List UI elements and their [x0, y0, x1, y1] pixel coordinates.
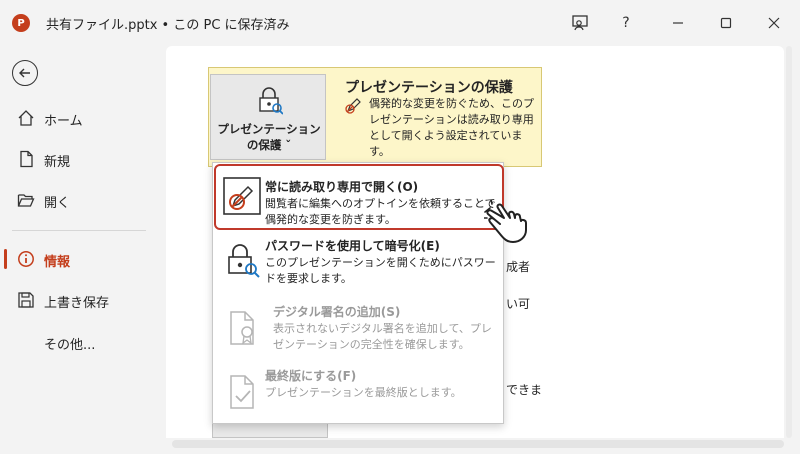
nav-item-new[interactable]: 新規: [0, 142, 158, 176]
nav-label: 開く: [44, 196, 71, 211]
minimize-button[interactable]: [660, 8, 696, 38]
background-text-fragment: い可: [506, 297, 531, 311]
home-icon: [16, 108, 36, 128]
nav-label: ホーム: [44, 114, 83, 129]
powerpoint-logo-icon: P: [12, 14, 30, 32]
background-text-fragment: できま: [506, 383, 543, 397]
new-document-icon: [16, 149, 36, 169]
help-button[interactable]: ?: [608, 8, 644, 38]
nav-label: 情報: [44, 255, 71, 270]
info-icon: [16, 249, 36, 269]
menu-item-add-digital-signature: デジタル署名の追加(S) 表示されないデジタル署名を追加して、プレゼンテーション…: [213, 299, 505, 359]
close-button[interactable]: [756, 8, 792, 38]
maximize-icon: [720, 17, 732, 29]
backstage-nav: ホーム 新規 開く 情報 上書き保存 その他...: [0, 46, 158, 454]
menu-item-mark-as-final: 最終版にする(F) プレゼンテーションを最終版とします。: [213, 363, 505, 419]
protect-description: 偶発的な変更を防ぐため、このプレゼンテーションは読み取り専用として開くよう設定さ…: [369, 97, 534, 158]
nav-label: その他...: [44, 338, 96, 353]
nav-item-open[interactable]: 開く: [0, 183, 158, 217]
back-button[interactable]: [12, 60, 38, 86]
lock-key-icon: [259, 87, 283, 115]
protect-presentation-button[interactable]: プレゼンテーション の保護 ˇ: [210, 74, 326, 160]
menu-item-title: デジタル署名の追加(S): [273, 305, 401, 319]
lock-key-icon: [228, 244, 260, 278]
horizontal-scrollbar[interactable]: [172, 440, 784, 448]
arrow-left-icon: [19, 68, 30, 78]
protect-title: プレゼンテーションの保護: [345, 80, 513, 96]
minimize-icon: [673, 22, 683, 24]
title-bar: P 共有ファイル.pptx • この PC に保存済み ?: [0, 0, 800, 46]
menu-item-description: 表示されないデジタル署名を追加して、プレゼンテーションの完全性を確保します。: [273, 322, 492, 351]
folder-open-icon: [16, 190, 36, 210]
final-document-icon: [230, 375, 254, 409]
menu-item-encrypt-with-password[interactable]: パスワードを使用して暗号化(E) このプレゼンテーションを開くためにパスワードを…: [213, 233, 505, 293]
nav-item-save[interactable]: 上書き保存: [0, 283, 158, 317]
presenter-icon: [572, 15, 588, 31]
menu-item-title: パスワードを使用して暗号化(E): [265, 239, 440, 253]
menu-item-title: 最終版にする(F): [265, 369, 357, 383]
presenter-coach-button[interactable]: [562, 8, 598, 38]
vertical-scrollbar[interactable]: [786, 46, 792, 438]
help-icon: ?: [622, 15, 630, 31]
save-icon: [16, 290, 36, 310]
highlight-outline: [214, 164, 504, 230]
nav-item-info[interactable]: 情報: [0, 242, 158, 276]
background-text-fragment: 成者: [506, 260, 531, 274]
nav-item-more[interactable]: その他...: [0, 325, 158, 359]
menu-item-description: プレゼンテーションを最終版とします。: [265, 386, 462, 399]
menu-item-description: このプレゼンテーションを開くためにパスワードを要求します。: [265, 256, 496, 285]
nav-item-home[interactable]: ホーム: [0, 101, 158, 135]
window-title: 共有ファイル.pptx • この PC に保存済み: [46, 18, 290, 33]
protect-button-label-line2: の保護 ˇ: [246, 138, 292, 152]
close-icon: [768, 17, 780, 29]
nav-label: 上書き保存: [44, 296, 110, 311]
pen-no-edit-icon: [345, 98, 361, 114]
maximize-button[interactable]: [708, 8, 744, 38]
hand-pointer-icon: [484, 200, 527, 243]
signature-document-icon: [230, 311, 254, 345]
nav-label: 新規: [44, 155, 71, 170]
nav-divider: [12, 230, 146, 231]
protect-button-label-line1: プレゼンテーション: [217, 122, 321, 136]
